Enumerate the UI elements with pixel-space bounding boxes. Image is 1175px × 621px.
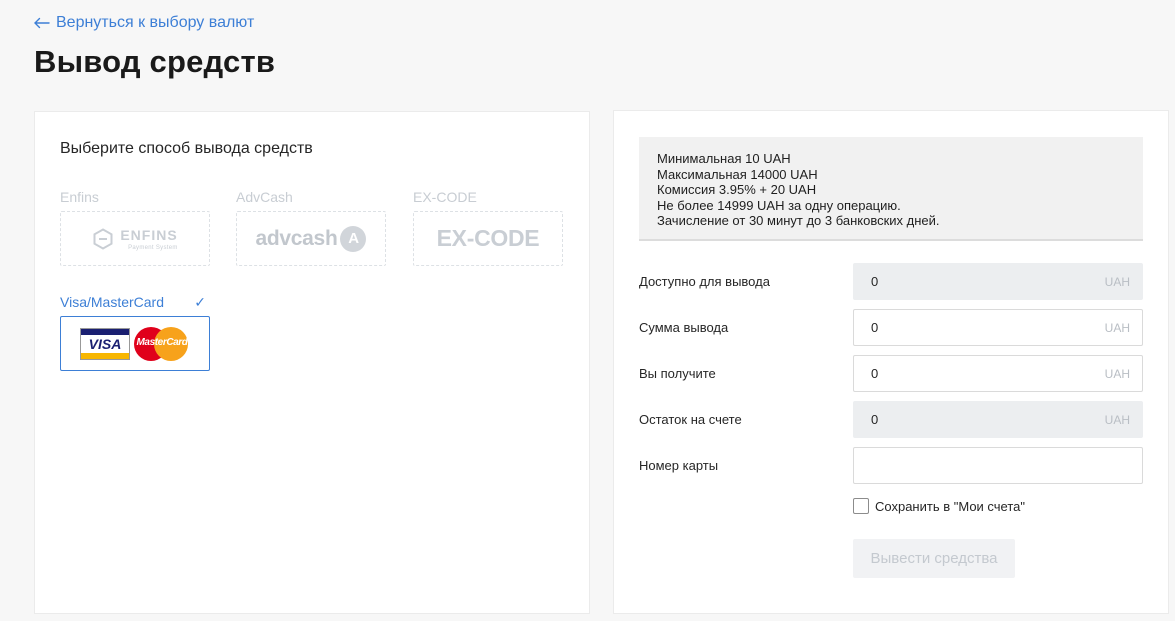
currency-label: UAH	[1104, 320, 1130, 335]
row-amount: Сумма вывода UAH	[639, 309, 1143, 346]
visa-band-top	[81, 328, 129, 335]
available-label: Доступно для вывода	[639, 274, 770, 289]
enfins-logo: ENFINS Payment System	[92, 227, 177, 251]
method-label: Enfins	[60, 189, 99, 205]
visa-logo-text: VISA	[88, 335, 122, 352]
arrow-left-icon	[34, 17, 50, 29]
amount-field[interactable]: UAH	[853, 309, 1143, 346]
save-to-accounts-label: Сохранить в "Мои счета"	[875, 498, 1026, 514]
receive-input[interactable]	[871, 366, 1097, 381]
method-advcash[interactable]: AdvCash advcash A	[236, 187, 386, 266]
method-card-visa-mastercard[interactable]: VISA MasterCard	[60, 316, 210, 371]
check-icon: ✓	[194, 294, 206, 310]
back-link[interactable]: Вернуться к выбору валют	[33, 14, 254, 32]
balance-input	[871, 412, 1097, 427]
amount-input[interactable]	[871, 320, 1097, 335]
advcash-logo: advcash A	[255, 225, 367, 252]
info-line-timing: Зачисление от 30 минут до 3 банковских д…	[657, 213, 940, 228]
save-to-accounts-checkbox[interactable]: Сохранить в "Мои счета"	[853, 498, 1025, 514]
method-label-row: Visa/MasterCard ✓	[60, 292, 210, 312]
method-card-advcash[interactable]: advcash A	[236, 211, 386, 266]
limits-info-box: Минимальная 10 UAH Максимальная 14000 UA…	[639, 137, 1143, 241]
method-card-excode[interactable]: EX-CODE	[413, 211, 563, 266]
withdraw-form-panel: Минимальная 10 UAH Максимальная 14000 UA…	[613, 110, 1169, 614]
info-line-limit: Не более 14999 UAH за одну операцию.	[657, 197, 901, 213]
page-title: Вывод средств	[34, 44, 276, 79]
info-line-max: Максимальная 14000 UAH	[657, 166, 818, 182]
mastercard-logo: MasterCard	[134, 326, 190, 361]
method-label: AdvCash	[236, 189, 293, 205]
info-line-min: Минимальная 10 UAH	[657, 151, 791, 166]
visa-logo: VISA	[80, 327, 130, 360]
method-visa-mastercard[interactable]: Visa/MasterCard ✓ VISA MasterCard	[60, 292, 210, 371]
currency-label: UAH	[1104, 412, 1130, 427]
visa-band-bottom	[81, 352, 129, 359]
amount-label: Сумма вывода	[639, 320, 729, 335]
method-card-enfins[interactable]: ENFINS Payment System	[60, 211, 210, 266]
info-line-fee: Комиссия 3.95% + 20 UAH	[657, 182, 817, 197]
method-excode[interactable]: EX-CODE EX-CODE	[413, 187, 563, 266]
withdraw-button[interactable]: Вывести средства	[853, 539, 1015, 578]
card-number-field[interactable]	[853, 447, 1143, 484]
enfins-logo-sub: Payment System	[128, 244, 178, 251]
method-label: Visa/MasterCard	[60, 294, 165, 310]
method-heading: Выберите способ вывода средств	[60, 140, 313, 157]
receive-label: Вы получите	[639, 366, 716, 381]
row-balance: Остаток на счете UAH	[639, 401, 1143, 438]
enfins-logo-text: ENFINS	[120, 226, 178, 243]
row-available: Доступно для вывода UAH	[639, 263, 1143, 300]
method-label: EX-CODE	[413, 189, 477, 205]
row-card-number: Номер карты	[639, 447, 1143, 484]
mastercard-logo-text: MasterCard	[136, 336, 188, 348]
enfins-hex-icon	[93, 227, 113, 250]
available-input	[871, 274, 1097, 289]
method-enfins[interactable]: Enfins ENFINS Payment System	[60, 187, 210, 266]
currency-label: UAH	[1104, 274, 1130, 289]
balance-field: UAH	[853, 401, 1143, 438]
advcash-circle-icon: A	[340, 225, 367, 252]
withdraw-method-panel: Выберите способ вывода средств Enfins EN…	[34, 111, 590, 614]
balance-label: Остаток на счете	[639, 412, 742, 427]
receive-field[interactable]: UAH	[853, 355, 1143, 392]
excode-logo: EX-CODE	[436, 225, 540, 251]
available-field: UAH	[853, 263, 1143, 300]
row-receive: Вы получите UAH	[639, 355, 1143, 392]
advcash-logo-text: advcash	[255, 226, 338, 250]
currency-label: UAH	[1104, 366, 1130, 381]
checkbox-box[interactable]	[853, 498, 869, 514]
back-link-label: Вернуться к выбору валют	[56, 14, 255, 31]
card-number-label: Номер карты	[639, 458, 719, 473]
card-number-input[interactable]	[871, 458, 1130, 473]
